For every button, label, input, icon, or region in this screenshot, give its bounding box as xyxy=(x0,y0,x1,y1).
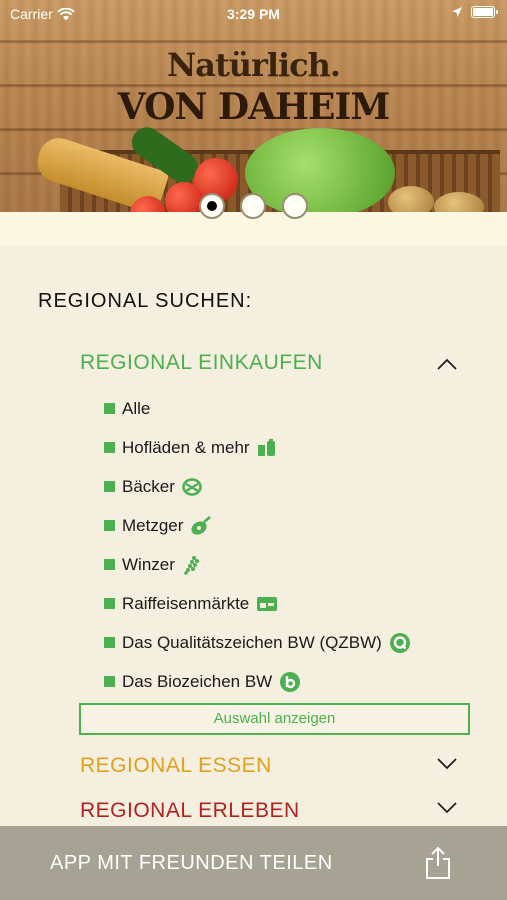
category-label: Das Biozeichen BW xyxy=(122,671,273,691)
location-arrow-icon xyxy=(452,7,462,17)
category-item-bio[interactable]: Das Biozeichen BW xyxy=(104,662,411,701)
qzbw-icon xyxy=(389,632,411,654)
chevron-up-icon[interactable] xyxy=(437,358,457,370)
share-footer[interactable]: APP MIT FREUNDEN TEILEN xyxy=(0,826,507,900)
category-label: Das Qualitätszeichen BW (QZBW) xyxy=(122,632,382,652)
category-item-alle[interactable]: Alle xyxy=(104,389,411,428)
status-bar: Carrier 3:29 PM xyxy=(0,0,507,28)
checkbox-square[interactable] xyxy=(104,676,115,687)
category-label: Hofläden & mehr xyxy=(122,437,250,457)
carousel-pagination xyxy=(0,193,507,219)
carousel-dot-2[interactable] xyxy=(240,193,266,219)
checkbox-square[interactable] xyxy=(104,637,115,648)
category-item-qzbw[interactable]: Das Qualitätszeichen BW (QZBW) xyxy=(104,623,411,662)
grapes-icon xyxy=(182,555,200,575)
carousel-dot-3[interactable] xyxy=(282,193,308,219)
search-panel: REGIONAL SUCHEN: REGIONAL EINKAUFEN Alle… xyxy=(0,246,507,826)
show-selection-button[interactable]: Auswahl anzeigen xyxy=(79,703,470,735)
chevron-down-icon[interactable] xyxy=(437,802,457,814)
banner-title-line2: VON DAHEIM xyxy=(117,86,390,128)
share-icon[interactable] xyxy=(424,846,452,880)
status-time: 3:29 PM xyxy=(227,6,280,22)
category-label: Metzger xyxy=(122,515,184,535)
chevron-down-icon[interactable] xyxy=(437,758,457,770)
header-banner[interactable]: Natürlich. VON DAHEIM xyxy=(0,0,507,212)
farm-shop-icon xyxy=(257,438,277,457)
checkbox-square[interactable] xyxy=(104,403,115,414)
carousel-dot-1[interactable] xyxy=(199,193,225,219)
category-item-hoflaeden[interactable]: Hofläden & mehr xyxy=(104,428,411,467)
pretzel-icon xyxy=(182,477,202,496)
ham-icon xyxy=(190,515,212,536)
section-title-einkaufen[interactable]: REGIONAL EINKAUFEN xyxy=(80,351,323,375)
category-label: Alle xyxy=(122,398,151,418)
battery-icon xyxy=(471,6,498,18)
checkbox-square[interactable] xyxy=(104,520,115,531)
category-label: Bäcker xyxy=(122,476,175,496)
category-item-raiffeisen[interactable]: Raiffeisenmärkte xyxy=(104,584,411,623)
checkbox-square[interactable] xyxy=(104,481,115,492)
checkbox-square[interactable] xyxy=(104,598,115,609)
bio-icon xyxy=(279,671,301,693)
category-list: Alle Hofläden & mehr Bäcker Metzger Winz… xyxy=(104,389,411,701)
category-item-winzer[interactable]: Winzer xyxy=(104,545,411,584)
banner-title-line1: Natürlich. xyxy=(166,46,341,84)
market-icon xyxy=(256,596,278,612)
category-label: Raiffeisenmärkte xyxy=(122,593,250,613)
section-title-essen[interactable]: REGIONAL ESSEN xyxy=(80,754,272,778)
checkbox-square[interactable] xyxy=(104,442,115,453)
page-title: REGIONAL SUCHEN: xyxy=(38,290,253,312)
checkbox-square[interactable] xyxy=(104,559,115,570)
category-item-baecker[interactable]: Bäcker xyxy=(104,467,411,506)
category-label: Winzer xyxy=(122,554,175,574)
share-app-label[interactable]: APP MIT FREUNDEN TEILEN xyxy=(50,852,333,875)
category-item-metzger[interactable]: Metzger xyxy=(104,506,411,545)
section-title-erleben[interactable]: REGIONAL ERLEBEN xyxy=(80,799,300,823)
